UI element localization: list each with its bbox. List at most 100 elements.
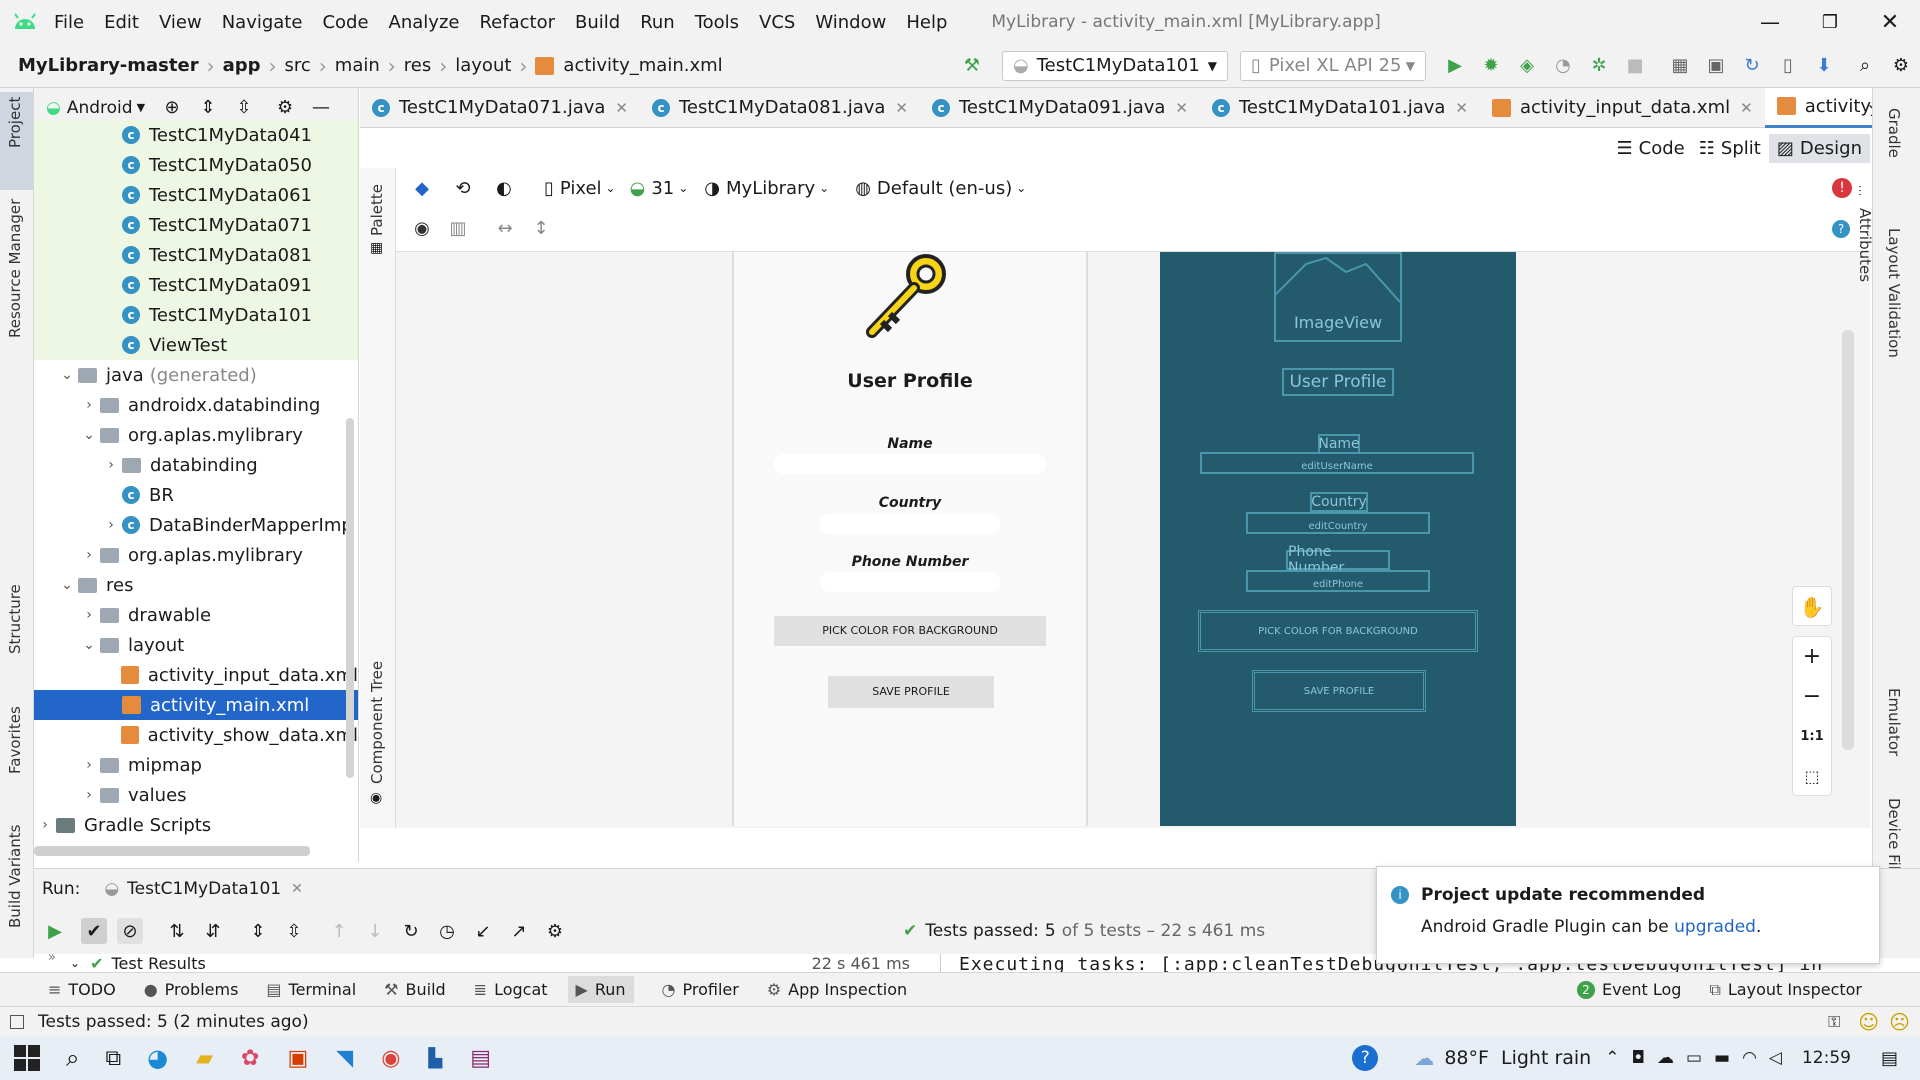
margin-icon[interactable]: ▥	[445, 215, 471, 241]
tree-item[interactable]: ⌄ java (generated)	[34, 360, 358, 390]
name-input[interactable]	[774, 454, 1046, 474]
tree-item[interactable]: ⌄ layout	[34, 630, 358, 660]
breadcrumb-item[interactable]: res	[404, 55, 431, 76]
zoom-in-icon[interactable]: +	[1793, 637, 1831, 677]
sort-duration-icon[interactable]: ⇵	[200, 918, 226, 944]
layers-icon[interactable]: ◆	[409, 175, 435, 201]
next-test-icon[interactable]: ↓	[362, 918, 388, 944]
search-icon[interactable]: ⌕	[1852, 53, 1878, 79]
resource-manager-label[interactable]: Resource Manager	[6, 199, 24, 338]
favorites-label[interactable]: Favorites	[6, 706, 24, 774]
notification-popup[interactable]: i Project update recommended Android Gra…	[1376, 866, 1880, 964]
menu-item-file[interactable]: File	[54, 12, 84, 33]
split-mode-button[interactable]: ☷ Split	[1699, 138, 1761, 159]
menu-item-analyze[interactable]: Analyze	[389, 12, 460, 33]
avd-icon[interactable]: ▯	[1775, 53, 1801, 79]
tree-item[interactable]: activity_show_data.xml	[34, 720, 358, 750]
menu-item-view[interactable]: View	[159, 12, 202, 33]
debug-icon[interactable]: ✹	[1478, 53, 1504, 79]
office-icon[interactable]: ▣	[287, 1046, 308, 1071]
menu-item-refactor[interactable]: Refactor	[479, 12, 555, 33]
search-icon[interactable]: ⌕	[66, 1044, 79, 1072]
tree-item[interactable]: › mipmap	[34, 750, 358, 780]
chevron-right-icon[interactable]: ›	[34, 817, 56, 833]
palette-label[interactable]: Palette	[368, 184, 386, 236]
blueprint-edit-country[interactable]: editCountry	[1246, 512, 1430, 534]
eye-icon[interactable]: ◉	[409, 215, 435, 241]
tree-item[interactable]: › Gradle Scripts	[34, 810, 358, 840]
test-results-row[interactable]: ⌄ ✔ Test Results 22 s 461 ms	[70, 954, 940, 972]
export-tests-icon[interactable]: ↗	[506, 918, 532, 944]
breadcrumb-item[interactable]: activity_main.xml	[563, 55, 722, 76]
tree-item[interactable]: › databinding	[34, 450, 358, 480]
component-tree-icon[interactable]: ◉	[370, 790, 382, 806]
code-mode-button[interactable]: ☰ Code	[1617, 138, 1685, 159]
breadcrumb-item[interactable]: main	[335, 55, 380, 76]
expand-all-icon[interactable]: ⇕	[195, 95, 221, 121]
layout-validation-label[interactable]: Layout Validation	[1885, 228, 1903, 358]
project-view-mode[interactable]: Android	[67, 98, 133, 118]
close-tab-icon[interactable]: ✕	[615, 99, 628, 117]
zoom-fit-icon[interactable]: ⬚	[1793, 757, 1831, 797]
blueprint-pick-button[interactable]: PICK COLOR FOR BACKGROUND	[1198, 610, 1478, 652]
zoom-actual-size[interactable]: 1:1	[1793, 717, 1831, 757]
design-canvas[interactable]	[396, 252, 1870, 828]
blueprint-save-button[interactable]: SAVE PROFILE	[1252, 670, 1426, 712]
device-selector[interactable]: ▯ Pixel ⌄	[544, 178, 616, 199]
status-window-icon[interactable]	[10, 1014, 24, 1029]
menu-item-navigate[interactable]: Navigate	[222, 12, 303, 33]
attach-debugger-icon[interactable]: ✲	[1586, 53, 1612, 79]
previous-test-icon[interactable]: ↑	[326, 918, 352, 944]
horizontal-scrollbar[interactable]	[34, 846, 310, 856]
close-window-icon[interactable]: ✕	[1860, 10, 1920, 35]
clock-time[interactable]: 12:59	[1802, 1048, 1851, 1068]
display-icon[interactable]: ▭	[1686, 1048, 1702, 1068]
palette-icon[interactable]: ▦	[370, 240, 383, 256]
upgraded-link[interactable]: upgraded	[1674, 917, 1756, 937]
paint-icon[interactable]: ✿	[241, 1046, 259, 1071]
tree-item[interactable]: c TestC1MyData101	[34, 300, 358, 330]
api-selector[interactable]: ◒ 31 ⌄	[630, 178, 689, 199]
tree-item[interactable]: › androidx.databinding	[34, 390, 358, 420]
notifications-icon[interactable]: ▤	[1881, 1048, 1898, 1069]
blueprint-phone-label[interactable]: Phone Number	[1286, 544, 1390, 576]
blueprint-preview[interactable]: ImageView User Profile Name editUserName…	[1160, 252, 1516, 826]
tree-item[interactable]: › org.aplas.mylibrary	[34, 540, 358, 570]
hide-panel-icon[interactable]: —	[308, 95, 334, 121]
tree-item[interactable]: c TestC1MyData081	[34, 240, 358, 270]
bottom-tab-terminal[interactable]: ▤ Terminal	[266, 980, 356, 999]
blueprint-edit-name[interactable]: editUserName	[1200, 452, 1474, 474]
battery-icon[interactable]: ▬	[1714, 1048, 1730, 1068]
menu-item-edit[interactable]: Edit	[104, 12, 139, 33]
design-preview[interactable]: User Profile Name Country Phone Number P…	[732, 252, 1088, 826]
chevron-right-icon[interactable]: ›	[100, 457, 122, 473]
run-icon[interactable]: ▶	[1442, 53, 1468, 79]
tree-item[interactable]: c BR	[34, 480, 358, 510]
menu-item-help[interactable]: Help	[906, 12, 947, 33]
bottom-tab-profiler[interactable]: ◔ Profiler	[662, 980, 739, 999]
editor-tab[interactable]: c TestC1MyData071.java ✕	[360, 88, 640, 128]
tree-item[interactable]: c TestC1MyData041	[34, 120, 358, 150]
chevron-right-icon[interactable]: ›	[78, 607, 100, 623]
weather-icon[interactable]: ☁	[1414, 1046, 1434, 1070]
project-tool-label[interactable]: Project	[6, 97, 24, 148]
structure-label[interactable]: Structure	[6, 584, 24, 654]
show-passed-icon[interactable]: ✔	[81, 918, 107, 944]
close-run-tab-icon[interactable]: ✕	[291, 881, 303, 897]
tree-item[interactable]: ⌄ org.aplas.mylibrary	[34, 420, 358, 450]
close-tab-icon[interactable]: ✕	[1455, 99, 1468, 117]
emulator-label[interactable]: Emulator	[1885, 688, 1903, 756]
tree-item[interactable]: c TestC1MyData091	[34, 270, 358, 300]
country-input[interactable]	[820, 514, 1000, 534]
tree-item[interactable]: ⌄ res	[34, 570, 358, 600]
menu-item-window[interactable]: Window	[815, 12, 886, 33]
weather-text[interactable]: 88°F Light rain	[1444, 1047, 1591, 1069]
profile-icon[interactable]: ◔	[1550, 53, 1576, 79]
blueprint-imageview[interactable]: ImageView	[1274, 252, 1402, 342]
collapse-all-icon[interactable]: ⇳	[231, 95, 257, 121]
help-icon[interactable]: ?	[1832, 220, 1850, 238]
chevron-down-icon[interactable]: ⌄	[56, 367, 78, 383]
save-profile-button[interactable]: SAVE PROFILE	[828, 676, 994, 708]
event-log-button[interactable]: 2 Event Log	[1576, 980, 1681, 999]
vscode-icon[interactable]: ◥	[336, 1046, 353, 1071]
